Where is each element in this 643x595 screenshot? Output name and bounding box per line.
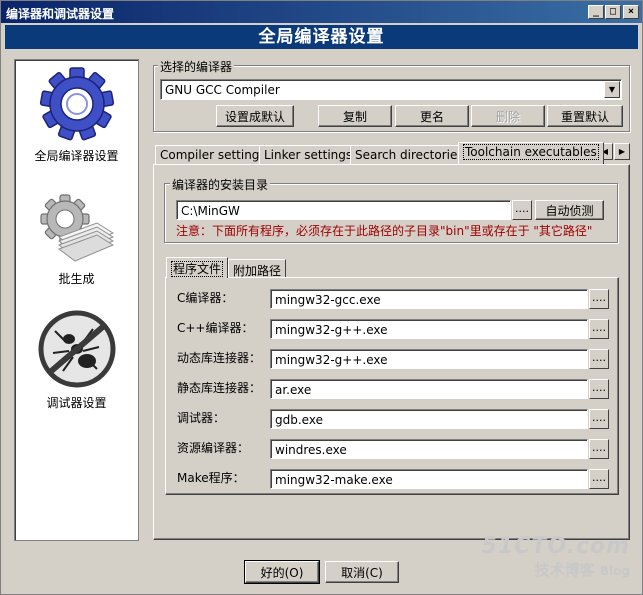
cpp-compiler-input[interactable]: mingw32-g++.exe [270, 319, 588, 339]
set-default-button[interactable]: 设置成默认 [216, 105, 294, 127]
reset-default-button[interactable]: 重置默认 [547, 105, 623, 127]
watermark-blog: Blog [599, 564, 630, 578]
program-files-panel: C编译器： mingw32-gcc.exe .... C++编译器： mingw… [165, 277, 619, 495]
watermark-site: 51CTO.com [481, 534, 630, 559]
c-compiler-input[interactable]: mingw32-gcc.exe [270, 289, 588, 309]
rename-button[interactable]: 更名 [395, 105, 469, 127]
sidebar-item-label: 调试器设置 [46, 396, 107, 410]
program-label: Make程序： [177, 471, 245, 485]
chevron-down-icon[interactable]: ▼ [604, 81, 620, 98]
page-banner: 全局编译器设置 [5, 25, 638, 49]
compiler-select[interactable]: GNU GCC Compiler ▼ [160, 79, 622, 100]
sidebar-item-global-compiler[interactable]: 全局编译器设置 [15, 60, 138, 170]
dynamic-linker-input[interactable]: mingw32-g++.exe [270, 349, 588, 369]
ok-button[interactable]: 好的(O) [244, 560, 320, 584]
compiler-select-group-title: 选择的编译器 [158, 58, 235, 75]
sidebar-item-batch-build[interactable]: 批生成 [15, 185, 138, 295]
program-label: C++编译器： [177, 321, 254, 335]
program-label: 资源编译器： [177, 441, 250, 455]
cpp-compiler-browse-button[interactable]: .... [589, 319, 609, 339]
settings-window: 编译器和调试器设置 _ □ × 全局编译器设置 全局编译器设置 批生成 调试器设… [0, 0, 643, 595]
sidebar-item-debugger[interactable]: 调试器设置 [15, 305, 138, 415]
install-dir-input[interactable]: C:\MinGW [176, 200, 511, 220]
cancel-button[interactable]: 取消(C) [325, 561, 399, 583]
watermark-logo: 51CTO.com 技术博客 Blog [482, 534, 630, 580]
resource-compiler-input[interactable]: windres.exe [270, 439, 588, 459]
gear-icon [39, 67, 115, 141]
debugger-ant-icon [38, 310, 116, 388]
sidebar-item-label: 全局编译器设置 [34, 149, 119, 163]
title-bar[interactable]: 编译器和调试器设置 _ □ × [1, 1, 642, 23]
install-dir-note: 注意：下面所有程序，必须存在于此路径的子目录"bin"里或存在于 "其它路径" [176, 224, 593, 238]
debugger-browse-button[interactable]: .... [589, 409, 609, 429]
maximize-button[interactable]: □ [605, 5, 621, 19]
c-compiler-browse-button[interactable]: .... [589, 289, 609, 309]
make-program-browse-button[interactable]: .... [589, 469, 609, 489]
minimize-button[interactable]: _ [588, 5, 604, 19]
batch-build-icon [40, 194, 115, 262]
sidebar-item-label: 批生成 [58, 272, 95, 286]
program-label: 静态库连接器： [177, 381, 262, 395]
delete-button[interactable]: 删除 [471, 105, 545, 127]
sidebar: 全局编译器设置 批生成 调试器设置 [14, 59, 139, 541]
subtab-extra-paths[interactable]: 附加路径 [228, 259, 287, 278]
subtab-program-files[interactable]: 程序文件 [166, 257, 229, 278]
toolchain-panel: 编译器的安装目录 C:\MinGW .... 自动侦测 注意：下面所有程序，必须… [153, 164, 630, 540]
close-button[interactable]: × [623, 5, 639, 19]
watermark-sub: 技术博客 [534, 561, 595, 579]
debugger-input[interactable]: gdb.exe [270, 409, 588, 429]
copy-button[interactable]: 复制 [318, 105, 392, 127]
tab-compiler-settings[interactable]: Compiler settings [155, 145, 271, 165]
compiler-select-value: GNU GCC Compiler [165, 83, 280, 97]
install-dir-group-title: 编译器的安装目录 [170, 176, 271, 193]
tab-toolchain-executables[interactable]: Toolchain executables [458, 142, 604, 164]
auto-detect-button[interactable]: 自动侦测 [535, 200, 604, 220]
program-label: C编译器： [177, 291, 234, 305]
program-label: 调试器： [177, 411, 226, 425]
static-linker-browse-button[interactable]: .... [589, 379, 609, 399]
make-program-input[interactable]: mingw32-make.exe [270, 469, 588, 489]
tab-scroll-right-icon[interactable]: ▶ [614, 143, 630, 160]
program-label: 动态库连接器： [177, 351, 262, 365]
window-title: 编译器和调试器设置 [6, 7, 115, 21]
install-dir-browse-button[interactable]: .... [512, 200, 532, 220]
tab-linker-settings[interactable]: Linker settings [259, 145, 358, 165]
static-linker-input[interactable]: ar.exe [270, 379, 588, 399]
tab-search-directories[interactable]: Search directories [350, 145, 469, 165]
dynamic-linker-browse-button[interactable]: .... [589, 349, 609, 369]
resource-compiler-browse-button[interactable]: .... [589, 439, 609, 459]
